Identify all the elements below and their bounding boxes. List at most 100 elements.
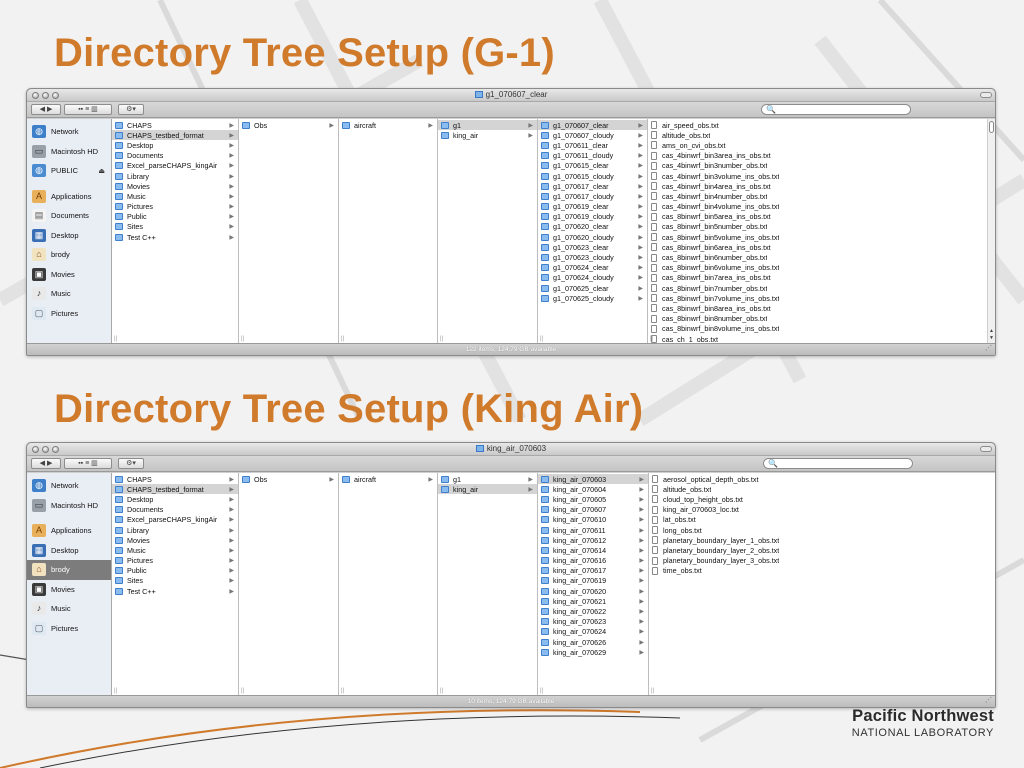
folder-item[interactable]: CHAPS_testbed_format ▶ bbox=[112, 130, 238, 141]
folder-item[interactable]: g1_070617_clear ▶ bbox=[538, 181, 647, 191]
folder-item[interactable]: g1_070615_clear ▶ bbox=[538, 161, 647, 171]
folder-item[interactable]: king_air_070603 ▶ bbox=[538, 474, 648, 485]
sidebar-item[interactable]: ▢ Pictures bbox=[27, 619, 111, 639]
sidebar-item[interactable]: ▭ Macintosh HD bbox=[27, 496, 111, 516]
folder-item[interactable]: king_air_070620 ▶ bbox=[538, 586, 648, 596]
folder-item[interactable]: Movies ▶ bbox=[112, 181, 238, 191]
file-item[interactable]: cas_4binwrf_bin3volume_ins_obs.txt bbox=[648, 171, 995, 181]
finder-window-g1[interactable]: g1_070607_clear ◀ ▶ ▪▪ ≡ ▥ ⚙▾ 🔍 ◍ Network… bbox=[26, 88, 996, 356]
back-forward-button[interactable]: ◀ ▶ bbox=[31, 458, 61, 469]
folder-item[interactable]: king_air_070604 ▶ bbox=[538, 484, 648, 494]
sidebar-item[interactable]: ▣ Movies bbox=[27, 580, 111, 600]
folder-item[interactable]: g1_070624_cloudy ▶ bbox=[538, 273, 647, 283]
folder-item[interactable]: king_air_070617 ▶ bbox=[538, 566, 648, 576]
file-item[interactable]: planetary_boundary_layer_1_obs.txt bbox=[649, 535, 995, 545]
sidebar-item[interactable]: ♪ Music bbox=[27, 599, 111, 619]
search-field[interactable]: 🔍 bbox=[761, 104, 911, 115]
column-resize-handle[interactable]: || bbox=[650, 336, 653, 342]
scroll-down-arrow-icon[interactable]: ▼ bbox=[988, 335, 995, 342]
folder-item[interactable]: g1_070620_cloudy ▶ bbox=[538, 232, 647, 242]
folder-item[interactable]: aircraft ▶ bbox=[339, 120, 437, 130]
folder-item[interactable]: g1_070625_clear ▶ bbox=[538, 283, 647, 293]
folder-item[interactable]: g1_070619_clear ▶ bbox=[538, 202, 647, 212]
file-item[interactable]: aerosol_optical_depth_obs.txt bbox=[649, 474, 995, 484]
column-resize-handle[interactable]: || bbox=[540, 336, 543, 342]
folder-item[interactable]: Excel_parseCHAPS_kingAir ▶ bbox=[112, 515, 238, 525]
back-forward-button[interactable]: ◀ ▶ bbox=[31, 104, 61, 115]
column-resize-handle[interactable]: || bbox=[114, 336, 117, 342]
folder-item[interactable]: CHAPS ▶ bbox=[112, 120, 238, 130]
folder-item[interactable]: Documents ▶ bbox=[112, 151, 238, 161]
folder-item[interactable]: g1_070620_clear ▶ bbox=[538, 222, 647, 232]
column-resize-handle[interactable]: || bbox=[241, 336, 244, 342]
folder-item[interactable]: Music ▶ bbox=[112, 191, 238, 201]
file-item[interactable]: cas_8binwrf_bin8volume_ins_obs.txt bbox=[648, 324, 995, 334]
sidebar-item[interactable]: ▤ Documents bbox=[27, 206, 111, 226]
vertical-scrollbar[interactable]: ▲ ▼ bbox=[987, 119, 995, 343]
folder-item[interactable]: king_air_070607 ▶ bbox=[538, 505, 648, 515]
column-5[interactable]: king_air_070603 ▶ king_air_070604 ▶ king_air… bbox=[538, 473, 649, 695]
window-titlebar[interactable]: g1_070607_clear bbox=[27, 89, 995, 102]
column-resize-handle[interactable]: || bbox=[440, 688, 443, 694]
file-item[interactable]: cas_8binwrf_bin8number_obs.txt bbox=[648, 314, 995, 324]
sidebar-item[interactable]: A Applications bbox=[27, 187, 111, 207]
folder-item[interactable]: Documents ▶ bbox=[112, 505, 238, 515]
file-item[interactable]: lat_obs.txt bbox=[649, 515, 995, 525]
file-item[interactable]: altitude_obs.txt bbox=[649, 484, 995, 494]
scroll-up-arrow-icon[interactable]: ▲ bbox=[988, 328, 995, 335]
column-files[interactable]: aerosol_optical_depth_obs.txt altitude_ob… bbox=[649, 473, 995, 695]
file-item[interactable]: planetary_boundary_layer_2_obs.txt bbox=[649, 545, 995, 555]
folder-item[interactable]: Test C++ ▶ bbox=[112, 586, 238, 596]
file-item[interactable]: cas_8binwrf_bin7number_obs.txt bbox=[648, 283, 995, 293]
folder-item[interactable]: Desktop ▶ bbox=[112, 140, 238, 150]
folder-item[interactable]: king_air ▶ bbox=[438, 130, 537, 140]
folder-item[interactable]: king_air_070619 ▶ bbox=[538, 576, 648, 586]
folder-item[interactable]: Movies ▶ bbox=[112, 535, 238, 545]
column-2[interactable]: Obs ▶ || bbox=[239, 119, 339, 343]
folder-item[interactable]: Library ▶ bbox=[112, 525, 238, 535]
column-resize-handle[interactable]: || bbox=[651, 688, 654, 694]
folder-item[interactable]: g1_070619_cloudy ▶ bbox=[538, 212, 647, 222]
folder-item[interactable]: king_air_070611 ▶ bbox=[538, 525, 648, 535]
file-item[interactable]: air_speed_obs.txt bbox=[648, 120, 995, 130]
action-menu-button[interactable]: ⚙▾ bbox=[118, 104, 144, 115]
list-view-icon[interactable]: ≡ bbox=[85, 105, 89, 114]
column-5[interactable]: g1_070607_clear ▶ g1_070607_cloudy ▶ g1_0706… bbox=[538, 119, 648, 343]
folder-item[interactable]: Test C++ ▶ bbox=[112, 232, 238, 242]
folder-item[interactable]: g1_070611_cloudy ▶ bbox=[538, 151, 647, 161]
sidebar-item[interactable]: ◍ PUBLIC ⏏ bbox=[27, 161, 111, 181]
file-item[interactable]: cas_8binwrf_bin5area_ins_obs.txt bbox=[648, 212, 995, 222]
file-item[interactable]: cloud_top_height_obs.txt bbox=[649, 494, 995, 504]
column-resize-handle[interactable]: || bbox=[241, 688, 244, 694]
file-item[interactable]: altitude_obs.txt bbox=[648, 130, 995, 140]
file-item[interactable]: cas_8binwrf_bin6number_obs.txt bbox=[648, 252, 995, 262]
folder-item[interactable]: g1_070611_clear ▶ bbox=[538, 140, 647, 150]
file-item[interactable]: cas_4binwrf_bin3number_obs.txt bbox=[648, 161, 995, 171]
folder-item[interactable]: king_air_070605 ▶ bbox=[538, 494, 648, 504]
column-view-icon[interactable]: ▥ bbox=[91, 459, 98, 468]
folder-item[interactable]: Excel_parseCHAPS_kingAir ▶ bbox=[112, 161, 238, 171]
folder-item[interactable]: Sites ▶ bbox=[112, 576, 238, 586]
folder-item[interactable]: king_air_070624 ▶ bbox=[538, 627, 648, 637]
resize-grip-icon[interactable]: ⋰ bbox=[985, 343, 992, 354]
column-resize-handle[interactable]: || bbox=[114, 688, 117, 694]
file-item[interactable]: time_obs.txt bbox=[649, 566, 995, 576]
toolbar-toggle-button[interactable] bbox=[980, 446, 992, 452]
folder-item[interactable]: king_air_070623 ▶ bbox=[538, 617, 648, 627]
sidebar-item[interactable]: ▭ Macintosh HD bbox=[27, 142, 111, 162]
folder-item[interactable]: Pictures ▶ bbox=[112, 202, 238, 212]
folder-item[interactable]: CHAPS_testbed_format ▶ bbox=[112, 484, 238, 495]
folder-item[interactable]: Obs ▶ bbox=[239, 120, 338, 130]
folder-item[interactable]: g1_070617_cloudy ▶ bbox=[538, 191, 647, 201]
action-menu-button[interactable]: ⚙▾ bbox=[118, 458, 144, 469]
folder-item[interactable]: g1_070625_cloudy ▶ bbox=[538, 293, 647, 303]
folder-item[interactable]: king_air_070621 ▶ bbox=[538, 596, 648, 606]
folder-item[interactable]: g1_070623_cloudy ▶ bbox=[538, 252, 647, 262]
eject-icon[interactable]: ⏏ bbox=[98, 167, 105, 175]
column-3[interactable]: aircraft ▶ || bbox=[339, 119, 438, 343]
window-titlebar[interactable]: king_air_070603 bbox=[27, 443, 995, 456]
sidebar-item[interactable]: ▣ Movies bbox=[27, 265, 111, 285]
file-item[interactable]: long_obs.txt bbox=[649, 525, 995, 535]
scroll-thumb[interactable] bbox=[989, 121, 994, 133]
sidebar-item[interactable]: A Applications bbox=[27, 521, 111, 541]
